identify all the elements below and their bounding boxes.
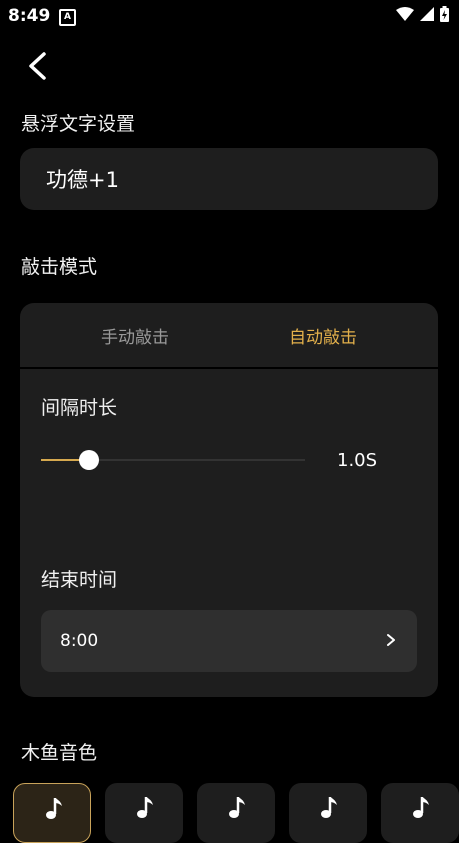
interval-slider[interactable]: [41, 450, 305, 470]
float-text-section-title: 悬浮文字设置: [21, 113, 136, 135]
music-note-icon: [229, 797, 245, 818]
tap-mode-tabs: 手动敲击 自动敲击: [20, 303, 438, 369]
chevron-right-icon: [387, 634, 395, 646]
sound-option[interactable]: [289, 783, 367, 843]
end-time-value: 8:00: [60, 631, 99, 651]
status-time: 8:49: [8, 6, 51, 26]
status-icons: [396, 6, 449, 22]
sound-options: [0, 783, 459, 843]
sound-option[interactable]: [13, 783, 91, 843]
music-note-icon: [137, 797, 153, 818]
sound-option[interactable]: [381, 783, 459, 843]
status-bar: 8:49 A: [0, 0, 459, 34]
tap-mode-section-title: 敲击模式: [21, 256, 98, 278]
music-note-icon: [321, 797, 337, 818]
tab-auto-tap[interactable]: 自动敲击: [228, 323, 418, 348]
wifi-icon: [396, 7, 414, 21]
sound-option[interactable]: [197, 783, 275, 843]
music-note-icon: [46, 798, 62, 819]
float-text-input[interactable]: 功德+1: [20, 148, 438, 210]
battery-icon: [440, 6, 449, 22]
music-note-icon: [413, 797, 429, 818]
sound-section-title: 木鱼音色: [21, 742, 98, 764]
sound-option[interactable]: [105, 783, 183, 843]
tab-manual-tap[interactable]: 手动敲击: [40, 323, 230, 348]
interval-label: 间隔时长: [41, 397, 118, 419]
float-text-value: 功德+1: [46, 168, 119, 192]
end-time-selector[interactable]: 8:00: [41, 610, 417, 672]
back-button[interactable]: [20, 46, 60, 86]
notification-icon: A: [59, 9, 76, 26]
tap-mode-card: 手动敲击 自动敲击 间隔时长 1.0S 结束时间 8:00: [20, 303, 438, 697]
end-time-label: 结束时间: [41, 569, 118, 591]
signal-icon: [420, 7, 434, 21]
interval-value: 1.0S: [337, 450, 378, 471]
chevron-left-icon: [29, 52, 46, 80]
interval-slider-thumb[interactable]: [79, 450, 100, 470]
